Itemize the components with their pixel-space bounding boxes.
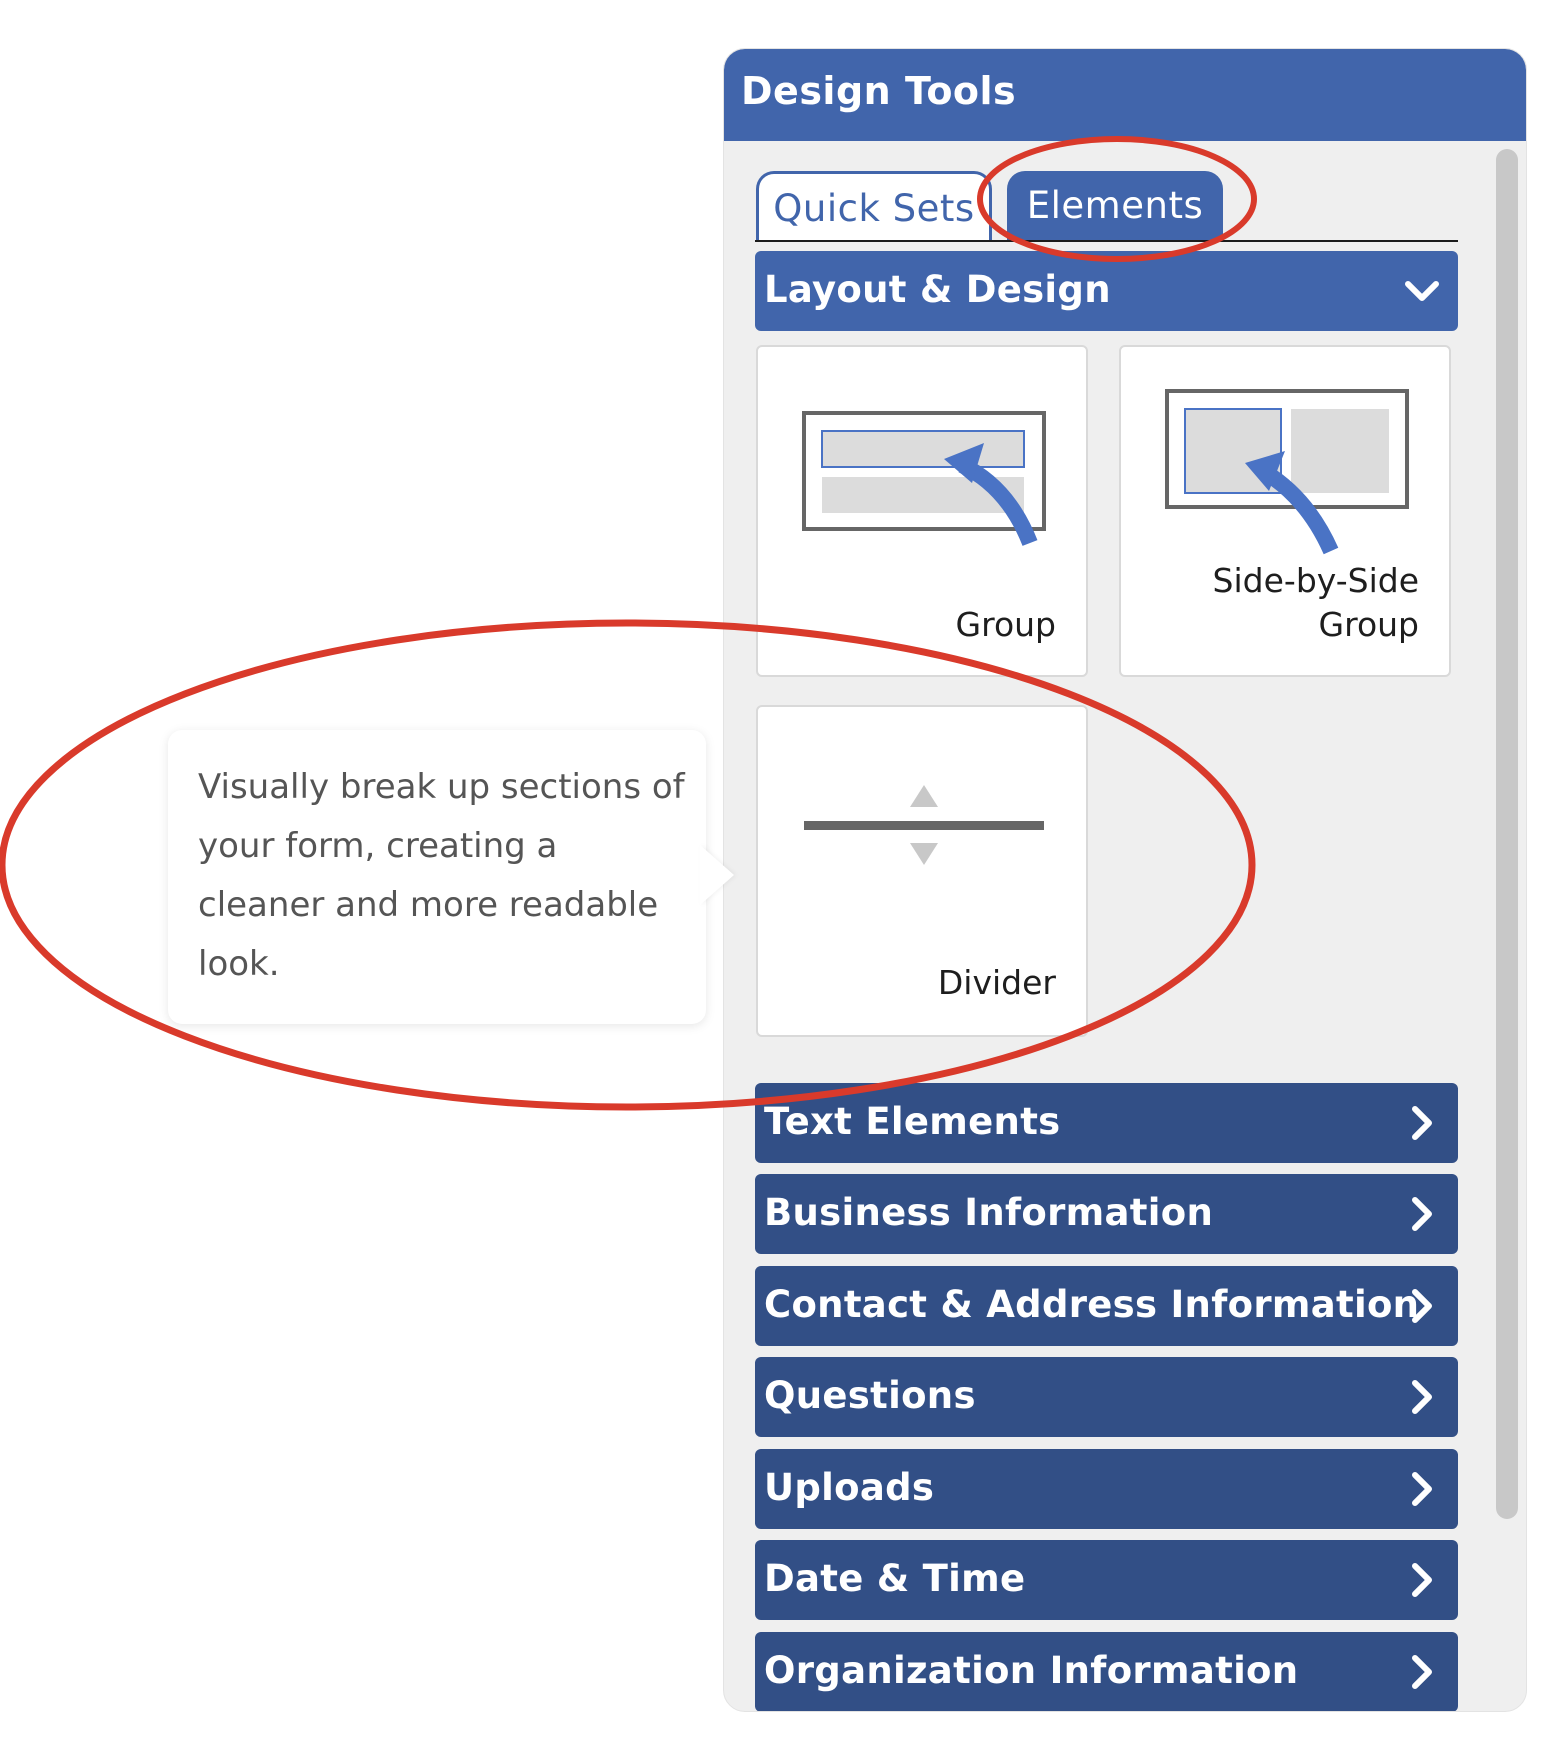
side-by-side-group-card[interactable]: Side-by-Side Group [1119, 345, 1451, 677]
section-contact-address-information[interactable]: Contact & Address Information [755, 1266, 1458, 1346]
chevron-right-icon [1412, 1197, 1432, 1231]
tabs-divider [755, 240, 1458, 242]
section-label: Uploads [764, 1466, 935, 1509]
section-label: Date & Time [764, 1557, 1026, 1600]
section-questions[interactable]: Questions [755, 1357, 1458, 1437]
tooltip-text: Visually break up sections of your form,… [198, 767, 685, 984]
section-label: Questions [764, 1374, 976, 1417]
chevron-right-icon [1412, 1380, 1432, 1414]
section-organization-information[interactable]: Organization Information [755, 1632, 1458, 1711]
section-label: Contact & Address Information [764, 1283, 1420, 1326]
chevron-down-icon [1405, 281, 1439, 301]
scrollbar[interactable] [1496, 149, 1518, 1519]
chevron-right-icon [1412, 1472, 1432, 1506]
side-by-side-group-label: Side-by-Side Group [1212, 561, 1419, 644]
tab-elements[interactable]: Elements [1007, 171, 1223, 241]
group-card[interactable]: Group [756, 345, 1088, 677]
section-uploads[interactable]: Uploads [755, 1449, 1458, 1529]
section-label: Layout & Design [764, 268, 1111, 311]
divider-label: Divider [937, 963, 1056, 1002]
chevron-right-icon [1412, 1106, 1432, 1140]
group-label: Group [955, 605, 1056, 644]
section-label: Organization Information [764, 1649, 1299, 1692]
panel-title: Design Tools [741, 69, 1017, 113]
divider-card[interactable]: Divider [756, 705, 1088, 1037]
design-tools-panel: Design Tools Quick Sets Elements Layout … [723, 48, 1527, 1712]
chevron-right-icon [1412, 1655, 1432, 1689]
panel-header: Design Tools [724, 49, 1526, 141]
section-text-elements[interactable]: Text Elements [755, 1083, 1458, 1163]
section-layout-design[interactable]: Layout & Design [755, 251, 1458, 331]
section-business-information[interactable]: Business Information [755, 1174, 1458, 1254]
chevron-right-icon [1412, 1289, 1432, 1323]
chevron-right-icon [1412, 1563, 1432, 1597]
tab-quick-sets[interactable]: Quick Sets [756, 171, 992, 241]
section-label: Text Elements [764, 1100, 1061, 1143]
divider-tooltip: Visually break up sections of your form,… [168, 730, 706, 1024]
section-date-time[interactable]: Date & Time [755, 1540, 1458, 1620]
section-label: Business Information [764, 1191, 1214, 1234]
tooltip-arrow [700, 845, 734, 905]
